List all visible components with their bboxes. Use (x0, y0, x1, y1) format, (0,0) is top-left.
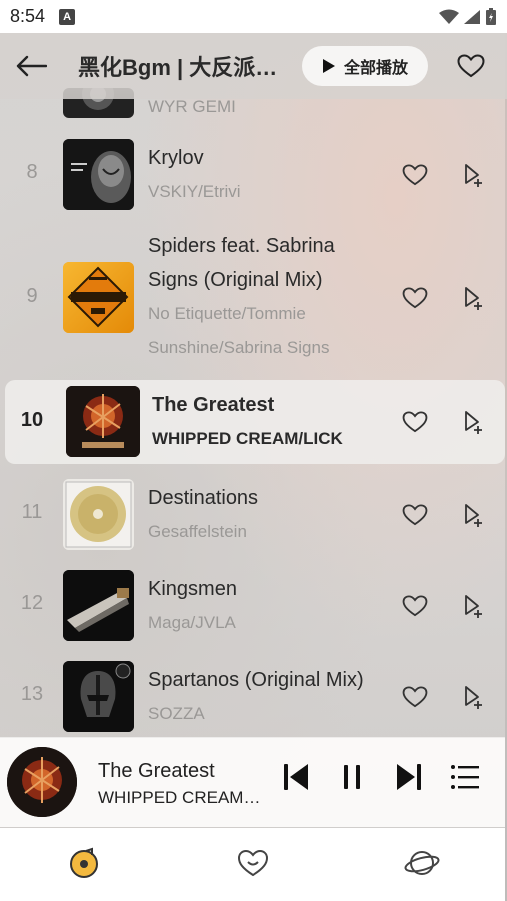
add-to-playlist-icon (465, 287, 482, 310)
song-title-line-1: Spiders feat. Sabrina (148, 235, 335, 257)
next-button[interactable] (391, 759, 427, 795)
like-button[interactable] (400, 160, 430, 190)
list-item[interactable]: 8 Krylov VSKIY/Etrivi (0, 139, 507, 211)
now-playing-cover[interactable] (7, 747, 77, 817)
wifi-icon (439, 9, 459, 24)
favorite-playlist-button[interactable] (456, 51, 486, 81)
add-to-playlist-button[interactable] (457, 500, 487, 530)
heart-icon (402, 595, 428, 617)
now-playing-info[interactable]: The Greatest WHIPPED CREAM/… (98, 757, 263, 811)
cover-art (63, 570, 134, 641)
back-button[interactable] (0, 33, 62, 99)
heart-icon (402, 411, 428, 433)
like-button[interactable] (400, 591, 430, 621)
song-title: Kingsmen (148, 578, 237, 600)
like-button[interactable] (400, 283, 430, 313)
notification-icon: A (59, 8, 76, 25)
heart-icon (402, 504, 428, 526)
queue-list-icon (451, 765, 479, 789)
heart-icon (457, 54, 485, 78)
play-all-button[interactable]: 全部播放 (302, 46, 428, 86)
planet-icon (404, 851, 440, 875)
add-to-playlist-icon (465, 504, 482, 527)
song-info: Kingsmen Maga/JVLA (148, 572, 378, 640)
song-artist: VSKIY/Etrivi (148, 182, 241, 201)
song-artist-line-1: No Etiquette/Tommie (148, 304, 306, 323)
track-number: 10 (20, 409, 44, 431)
cover-art (63, 479, 134, 550)
status-time: 8:54 (10, 6, 46, 26)
song-title: Krylov (148, 147, 204, 169)
track-number: 12 (20, 592, 44, 614)
heart-icon (402, 287, 428, 309)
now-playing-artist: WHIPPED CREAM/… (98, 788, 263, 807)
list-item[interactable]: 11 Destinations Gesaffelstein (0, 479, 507, 551)
add-to-playlist-button[interactable] (457, 160, 487, 190)
like-button[interactable] (400, 407, 430, 437)
cover-art (63, 661, 134, 732)
music-disc-icon (70, 847, 98, 878)
pause-icon (344, 765, 360, 789)
signal-icon (464, 9, 480, 24)
song-artist: WHIPPED CREAM/LICK (152, 429, 343, 448)
skip-previous-icon (284, 764, 308, 790)
mini-player[interactable]: The Greatest WHIPPED CREAM/… (0, 737, 505, 827)
song-title: Spartanos (Original Mix) (148, 669, 364, 691)
previous-button[interactable] (278, 759, 314, 795)
page-title: 黑化Bgm | 大反派… (78, 55, 278, 80)
track-number: 11 (21, 501, 43, 523)
add-to-playlist-icon (465, 686, 482, 709)
now-playing-title: The Greatest (98, 760, 215, 782)
like-button[interactable] (400, 682, 430, 712)
song-info: Spartanos (Original Mix) SOZZA (148, 663, 378, 731)
song-info: The Greatest WHIPPED CREAM/LICK (152, 388, 382, 456)
track-number: 13 (20, 683, 44, 705)
list-item[interactable]: 12 Kingsmen Maga/JVLA (0, 570, 507, 642)
cover-art (63, 262, 134, 333)
track-number: 8 (26, 161, 38, 183)
status-icons (439, 7, 497, 26)
song-info: Spiders feat. Sabrina Signs (Original Mi… (148, 229, 378, 365)
bottom-navigation (0, 828, 505, 901)
play-icon (322, 59, 335, 73)
add-to-playlist-icon (465, 164, 482, 187)
skip-next-icon (397, 764, 421, 790)
playlist-queue-button[interactable] (447, 759, 483, 795)
add-to-playlist-icon (465, 595, 482, 618)
like-button[interactable] (400, 500, 430, 530)
list-item[interactable]: 13 Spartanos (Original Mix) SOZZA (0, 661, 507, 733)
back-arrow-icon (16, 55, 47, 77)
song-artist: Maga/JVLA (148, 613, 236, 632)
heart-chat-icon (237, 849, 269, 877)
status-bar: 8:54 A (0, 0, 507, 33)
track-number: 9 (26, 285, 38, 307)
play-all-label: 全部播放 (343, 60, 408, 77)
cover-art (66, 386, 140, 457)
song-title: The Greatest (152, 394, 275, 416)
song-artist: Gesaffelstein (148, 522, 247, 541)
playlist-header: 黑化Bgm | 大反派… 全部播放 (0, 33, 507, 99)
nav-discover-tab[interactable] (402, 843, 442, 883)
song-info: Destinations Gesaffelstein (148, 481, 378, 549)
cover-art (63, 139, 134, 210)
nav-music-tab[interactable] (64, 843, 104, 883)
pause-button[interactable] (334, 759, 370, 795)
list-item-active[interactable]: 10 The Greatest WHIPPED CREAM/LICK (5, 380, 505, 464)
battery-icon (486, 7, 496, 25)
song-artist: SOZZA (148, 704, 205, 723)
add-to-playlist-icon (465, 411, 482, 434)
heart-icon (402, 164, 428, 186)
song-info: Krylov VSKIY/Etrivi (148, 141, 378, 209)
list-item[interactable]: 9 Spiders feat. Sabrina Signs (Original … (0, 229, 507, 365)
song-title-line-2: Signs (Original Mix) (148, 269, 323, 291)
nav-favorites-tab[interactable] (233, 843, 273, 883)
add-to-playlist-button[interactable] (457, 682, 487, 712)
add-to-playlist-button[interactable] (457, 283, 487, 313)
song-artist-line-2: Sunshine/Sabrina Signs (148, 338, 330, 357)
heart-icon (402, 686, 428, 708)
add-to-playlist-button[interactable] (457, 407, 487, 437)
song-title: Destinations (148, 487, 259, 509)
add-to-playlist-button[interactable] (457, 591, 487, 621)
